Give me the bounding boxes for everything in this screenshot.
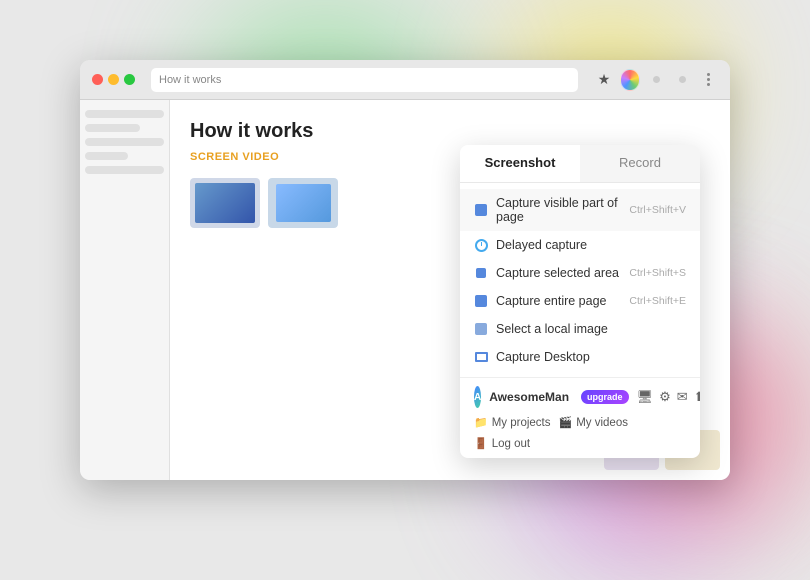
log-out-link[interactable]: 🚪 Log out [474,437,530,450]
more-icon [707,73,710,86]
capture-selected-shortcut: Ctrl+Shift+S [629,267,686,279]
my-projects-label: My projects [492,417,551,429]
capture-visible-icon [474,203,488,217]
capture-visible-shortcut: Ctrl+Shift+V [629,204,686,216]
sidebar [80,100,170,480]
square-icon [475,204,487,216]
sidebar-item-1 [85,110,164,118]
popup-dropdown: Screenshot Record Capture visible part o… [460,145,700,458]
capture-desktop-label: Capture Desktop [496,350,686,364]
username-label: AwesomeMan [489,390,569,404]
capture-selected-icon [474,266,488,280]
mail-icon[interactable]: ✉ [677,389,688,405]
user-avatar: A [474,386,481,408]
delayed-capture-label: Delayed capture [496,238,686,252]
capture-selected-label: Capture selected area [496,266,621,280]
sidebar-item-3 [85,138,164,146]
address-text: How it works [159,74,221,86]
monitor-icon[interactable]: 🖥 [637,389,654,405]
browser-content: How it works SCREEN VIDEO ☁ CloudDisk [80,100,730,480]
menu-item-delayed-capture[interactable]: Delayed capture [460,231,700,259]
toolbar-dot-2 [672,70,692,90]
projects-icon: 📁 [474,416,488,429]
menu-item-capture-selected[interactable]: Capture selected area Ctrl+Shift+S [460,259,700,287]
thumb-inner-1 [195,183,255,223]
more-button[interactable] [698,70,718,90]
popup-menu: Capture visible part of page Ctrl+Shift+… [460,183,700,377]
footer-icons-row: 🖥 ⚙ ✉ ⬆ [637,389,700,405]
browser-window: How it works ★ [80,60,730,480]
my-videos-label: My videos [576,417,628,429]
my-videos-link[interactable]: 🎬 My videos [559,416,628,429]
capture-desktop-icon [474,350,488,364]
popup-tabs: Screenshot Record [460,145,700,183]
capture-entire-shortcut: Ctrl+Shift+E [629,295,686,307]
address-bar[interactable]: How it works [151,68,578,92]
capture-entire-icon [474,294,488,308]
maximize-button[interactable] [124,74,135,85]
sidebar-item-5 [85,166,164,174]
desktop-icon [475,352,488,362]
star-button[interactable]: ★ [594,70,614,90]
square-icon-3 [475,323,487,335]
footer-user: A AwesomeMan upgrade 🖥 ⚙ ✉ ⬆ [474,386,686,408]
toolbar-icons: ★ [594,70,718,90]
square-sm-icon [476,268,486,278]
delayed-capture-icon [474,238,488,252]
sidebar-item-4 [85,152,128,160]
menu-item-capture-desktop[interactable]: Capture Desktop [460,343,700,371]
minimize-button[interactable] [108,74,119,85]
thumb-inner-2 [276,184,331,222]
capture-visible-label: Capture visible part of page [496,196,621,224]
tab-screenshot[interactable]: Screenshot [460,145,580,182]
my-projects-link[interactable]: 📁 My projects [474,416,551,429]
log-out-label: Log out [492,438,530,450]
traffic-lights [92,74,135,85]
star-icon: ★ [598,71,611,88]
page-heading: How it works [190,120,710,143]
sidebar-item-2 [85,124,140,132]
app-icon-button[interactable] [620,70,640,90]
dot-icon [653,76,660,83]
videos-icon: 🎬 [559,416,573,429]
close-button[interactable] [92,74,103,85]
toolbar-dot-1 [646,70,666,90]
upgrade-badge[interactable]: upgrade [581,390,629,404]
clock-icon [475,239,488,252]
tab-record[interactable]: Record [580,145,700,182]
select-local-label: Select a local image [496,322,686,336]
capture-entire-label: Capture entire page [496,294,621,308]
dot-icon-2 [679,76,686,83]
thumb-2 [268,178,338,228]
menu-item-select-local[interactable]: Select a local image [460,315,700,343]
thumb-1 [190,178,260,228]
menu-item-capture-entire[interactable]: Capture entire page Ctrl+Shift+E [460,287,700,315]
select-local-icon [474,322,488,336]
square-icon-2 [475,295,487,307]
popup-footer: A AwesomeMan upgrade 🖥 ⚙ ✉ ⬆ 📁 My projec… [460,377,700,458]
settings-icon[interactable]: ⚙ [659,389,671,405]
logout-icon: 🚪 [474,437,488,450]
upload-icon[interactable]: ⬆ [694,389,700,405]
menu-item-capture-visible[interactable]: Capture visible part of page Ctrl+Shift+… [460,189,700,231]
app-icon [620,69,640,91]
browser-toolbar: How it works ★ [80,60,730,100]
footer-actions: 📁 My projects 🎬 My videos 🚪 Log out [474,416,686,450]
